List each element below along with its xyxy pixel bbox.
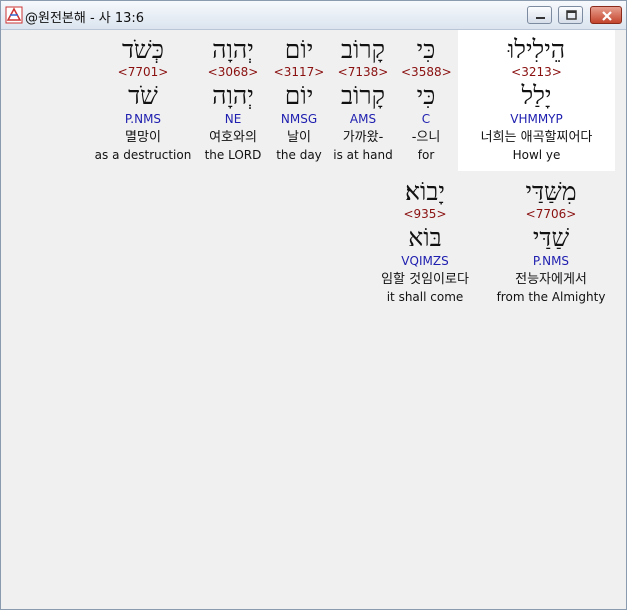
strongs-number[interactable]: <935> [364, 207, 486, 221]
hebrew-word: יָבוֹא׃ [404, 177, 445, 206]
grammar-code: NE [224, 112, 242, 126]
english-gloss: is at hand [333, 148, 393, 162]
english-gloss: the LORD [204, 148, 262, 162]
hebrew-word: כְּשֹׁד [122, 35, 164, 64]
lemma: יוֹם [284, 81, 314, 110]
app-window: @원전본해 - 사 13:6 הֵילִילוּ <3213> יָלַל VH… [0, 0, 627, 610]
grammar-code: C [421, 112, 431, 126]
lemma: כִּי [416, 81, 436, 110]
strongs-number[interactable]: <3588> [401, 65, 452, 79]
korean-gloss: 멸망이 [125, 130, 161, 145]
maximize-icon [566, 10, 577, 20]
korean-gloss: 가까왔- [342, 130, 384, 145]
word-block[interactable]: קָרוֹב <7138> קָרוֹב AMS 가까왔- is at hand [330, 30, 396, 171]
verse-view[interactable]: הֵילִילוּ <3213> יָלַל VHMMYP 너희는 애곡할찌어다… [6, 30, 621, 605]
hebrew-word: הֵילִילוּ [507, 35, 566, 64]
word-block[interactable]: מִשַּׁדַּי <7706> שַׁדַּי P.NMS 전능자에게서 f… [494, 172, 608, 313]
word-block[interactable]: יְהוָה <3068> יְהוָה NE 여호와의 the LORD [200, 30, 266, 171]
word-block[interactable]: הֵילִילוּ <3213> יָלַל VHMMYP 너희는 애곡할찌어다… [458, 30, 615, 171]
word-block[interactable]: כִּי <3588> כִּי C -으니 for [401, 30, 452, 171]
lemma: יָלַל [521, 81, 552, 110]
korean-gloss: 날이 [287, 130, 311, 145]
lemma: שַׁדַּי [532, 223, 570, 252]
grammar-code: P.NMS [124, 112, 162, 126]
strongs-number[interactable]: <3068> [200, 65, 266, 79]
strongs-number[interactable]: <3117> [271, 65, 327, 79]
title-bar[interactable]: @원전본해 - 사 13:6 [1, 1, 626, 30]
word-block[interactable]: יוֹם <3117> יוֹם NMSG 날이 the day [271, 30, 327, 171]
window-title: @원전본해 - 사 13:6 [25, 11, 145, 26]
lemma: בּוֹא [408, 223, 442, 252]
korean-gloss: 임할 것임이로다 [381, 272, 469, 287]
english-gloss: as a destruction [94, 148, 192, 162]
lemma: קָרוֹב [340, 81, 386, 110]
korean-gloss: 너희는 애곡할찌어다 [480, 130, 593, 145]
strongs-number[interactable]: <7138> [330, 65, 396, 79]
hebrew-word: יוֹם [284, 35, 314, 64]
grammar-code: VHMMYP [510, 112, 563, 126]
word-block[interactable]: יָבוֹא׃ <935> בּוֹא VQIMZS 임할 것임이로다 it s… [364, 172, 486, 313]
korean-gloss: 전능자에게서 [515, 272, 587, 287]
korean-gloss: 여호와의 [209, 130, 257, 145]
english-gloss: the day [276, 148, 322, 162]
maximize-button[interactable] [558, 6, 583, 24]
english-gloss: it shall come [386, 290, 464, 304]
strongs-number[interactable]: <7706> [494, 207, 608, 221]
hebrew-word: קָרוֹב [340, 35, 386, 64]
close-button[interactable] [590, 6, 622, 24]
lemma: שֹׁד [128, 81, 158, 110]
app-icon[interactable] [5, 6, 23, 24]
hebrew-word: מִשַּׁדַּי [525, 177, 577, 206]
minimize-icon [536, 17, 545, 19]
grammar-code: AMS [349, 112, 377, 126]
word-block[interactable]: כְּשֹׁד <7701> שֹׁד P.NMS 멸망이 as a destr… [93, 30, 193, 171]
grammar-code: P.NMS [532, 254, 570, 268]
english-gloss: Howl ye [512, 148, 561, 162]
hebrew-word: יְהוָה [212, 35, 254, 64]
english-gloss: for [417, 148, 435, 162]
minimize-button[interactable] [527, 6, 552, 24]
strongs-number[interactable]: <3213> [458, 65, 615, 79]
close-icon [602, 11, 612, 21]
lemma: יְהוָה [212, 81, 254, 110]
english-gloss: from the Almighty [496, 290, 606, 304]
grammar-code: NMSG [280, 112, 318, 126]
korean-gloss: -으니 [411, 130, 441, 145]
hebrew-word: כִּי [416, 35, 436, 64]
grammar-code: VQIMZS [401, 254, 449, 268]
strongs-number[interactable]: <7701> [93, 65, 193, 79]
